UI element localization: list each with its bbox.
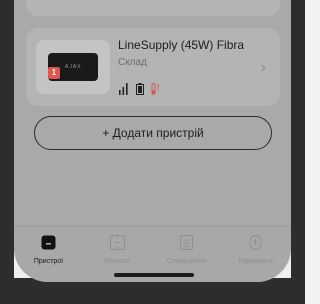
control-icon <box>249 235 262 250</box>
phone-bezel-right <box>291 0 305 304</box>
alert-count-badge: 1 <box>48 67 60 79</box>
battery-icon <box>136 83 144 95</box>
device-thumbnail: AJAX <box>36 40 110 94</box>
device-card[interactable]: AJAX 1 LineSupply (45W) Fibra Склад › <box>26 28 280 106</box>
tab-notifications-label: Сповіщення <box>166 258 207 265</box>
tab-devices[interactable]: Пристрої <box>14 227 83 282</box>
signal-strength-icon <box>119 83 128 95</box>
device-name: LineSupply (45W) Fibra <box>118 38 245 52</box>
device-logo-text: AJAX <box>65 64 82 70</box>
thermometer-alert-icon <box>151 83 159 95</box>
chevron-right-icon: › <box>260 59 266 76</box>
device-card-previous[interactable] <box>26 0 280 16</box>
app-screen: AJAX 1 LineSupply (45W) Fibra Склад › + … <box>14 0 291 282</box>
tab-rooms-label: Кімнати <box>104 258 131 265</box>
device-room: Склад <box>118 57 147 68</box>
notifications-icon <box>180 235 193 250</box>
tab-devices-label: Пристрої <box>33 258 64 265</box>
tab-control[interactable]: Керування <box>221 227 290 282</box>
add-device-button[interactable]: + Додати пристрій <box>34 116 272 150</box>
phone-bezel-left <box>0 0 14 304</box>
phone-frame: AJAX 1 LineSupply (45W) Fibra Склад › + … <box>0 0 305 304</box>
home-indicator[interactable] <box>114 273 194 277</box>
tab-control-label: Керування <box>238 258 273 265</box>
devices-icon <box>41 235 56 250</box>
rooms-icon <box>110 235 125 250</box>
add-device-label: + Додати пристрій <box>102 126 204 140</box>
